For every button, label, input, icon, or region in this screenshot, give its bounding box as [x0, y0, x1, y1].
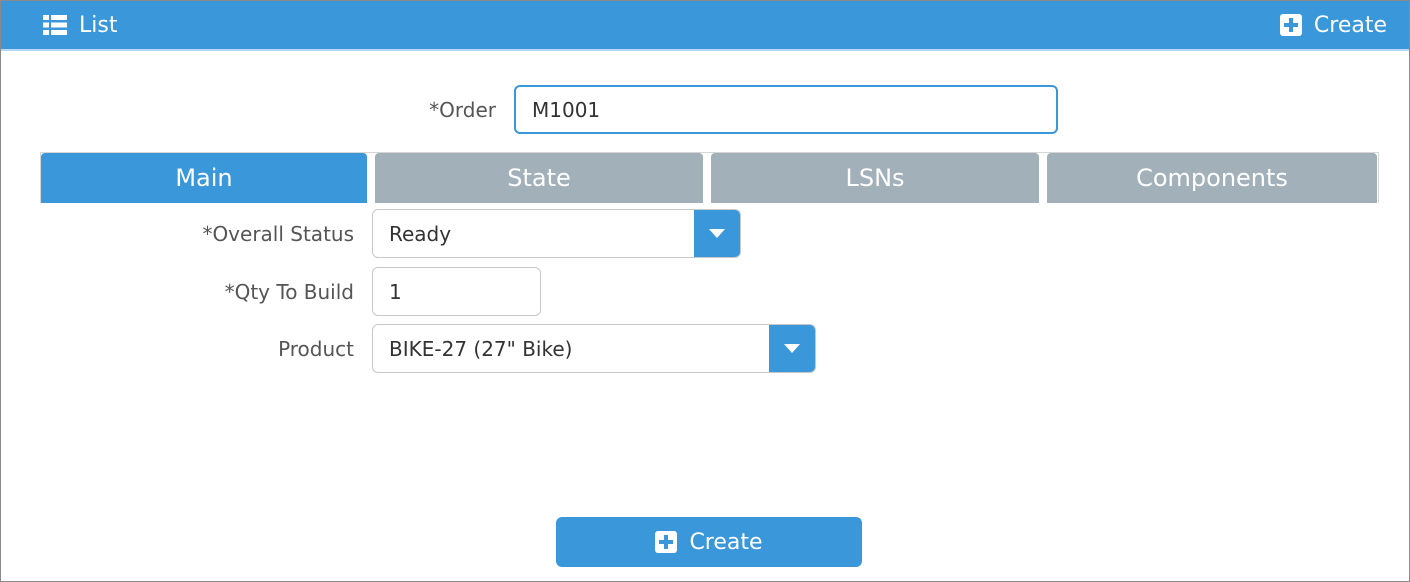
order-label: *Order	[429, 98, 496, 122]
plus-square-icon	[655, 531, 678, 553]
product-label: Product	[278, 337, 354, 361]
qty-to-build-value: 1	[389, 279, 402, 304]
tab-state[interactable]: State	[375, 153, 703, 203]
product-dropdown-button[interactable]	[769, 325, 815, 372]
tab-components[interactable]: Components	[1047, 153, 1377, 203]
chevron-down-icon	[709, 228, 725, 238]
tab-bar: Main State LSNs Components	[40, 152, 1379, 203]
app-window: List Create *Order M1001 Main State LSNs…	[0, 0, 1410, 582]
overall-status-select[interactable]: Ready	[372, 209, 741, 258]
top-bar: List Create	[1, 1, 1409, 51]
overall-status-value: Ready	[389, 221, 452, 246]
create-button[interactable]: Create	[556, 517, 862, 567]
order-input[interactable]: M1001	[514, 85, 1058, 134]
overall-status-dropdown-button[interactable]	[694, 210, 740, 257]
product-value: BIKE-27 (27" Bike)	[389, 336, 573, 361]
qty-to-build-label: *Qty To Build	[224, 280, 354, 304]
overall-status-label: *Overall Status	[202, 222, 354, 246]
header-create-link[interactable]: Create	[1279, 1, 1387, 49]
list-label: List	[79, 12, 118, 38]
list-icon	[43, 15, 67, 35]
product-select[interactable]: BIKE-27 (27" Bike)	[372, 324, 816, 373]
chevron-down-icon	[784, 343, 800, 353]
header-create-label: Create	[1313, 12, 1387, 38]
plus-square-icon	[1279, 14, 1302, 36]
list-link[interactable]: List	[43, 1, 117, 49]
order-value: M1001	[532, 97, 601, 122]
qty-to-build-input[interactable]: 1	[372, 267, 541, 316]
tab-lsns[interactable]: LSNs	[711, 153, 1039, 203]
create-button-label: Create	[689, 529, 763, 555]
tab-main[interactable]: Main	[41, 153, 367, 203]
